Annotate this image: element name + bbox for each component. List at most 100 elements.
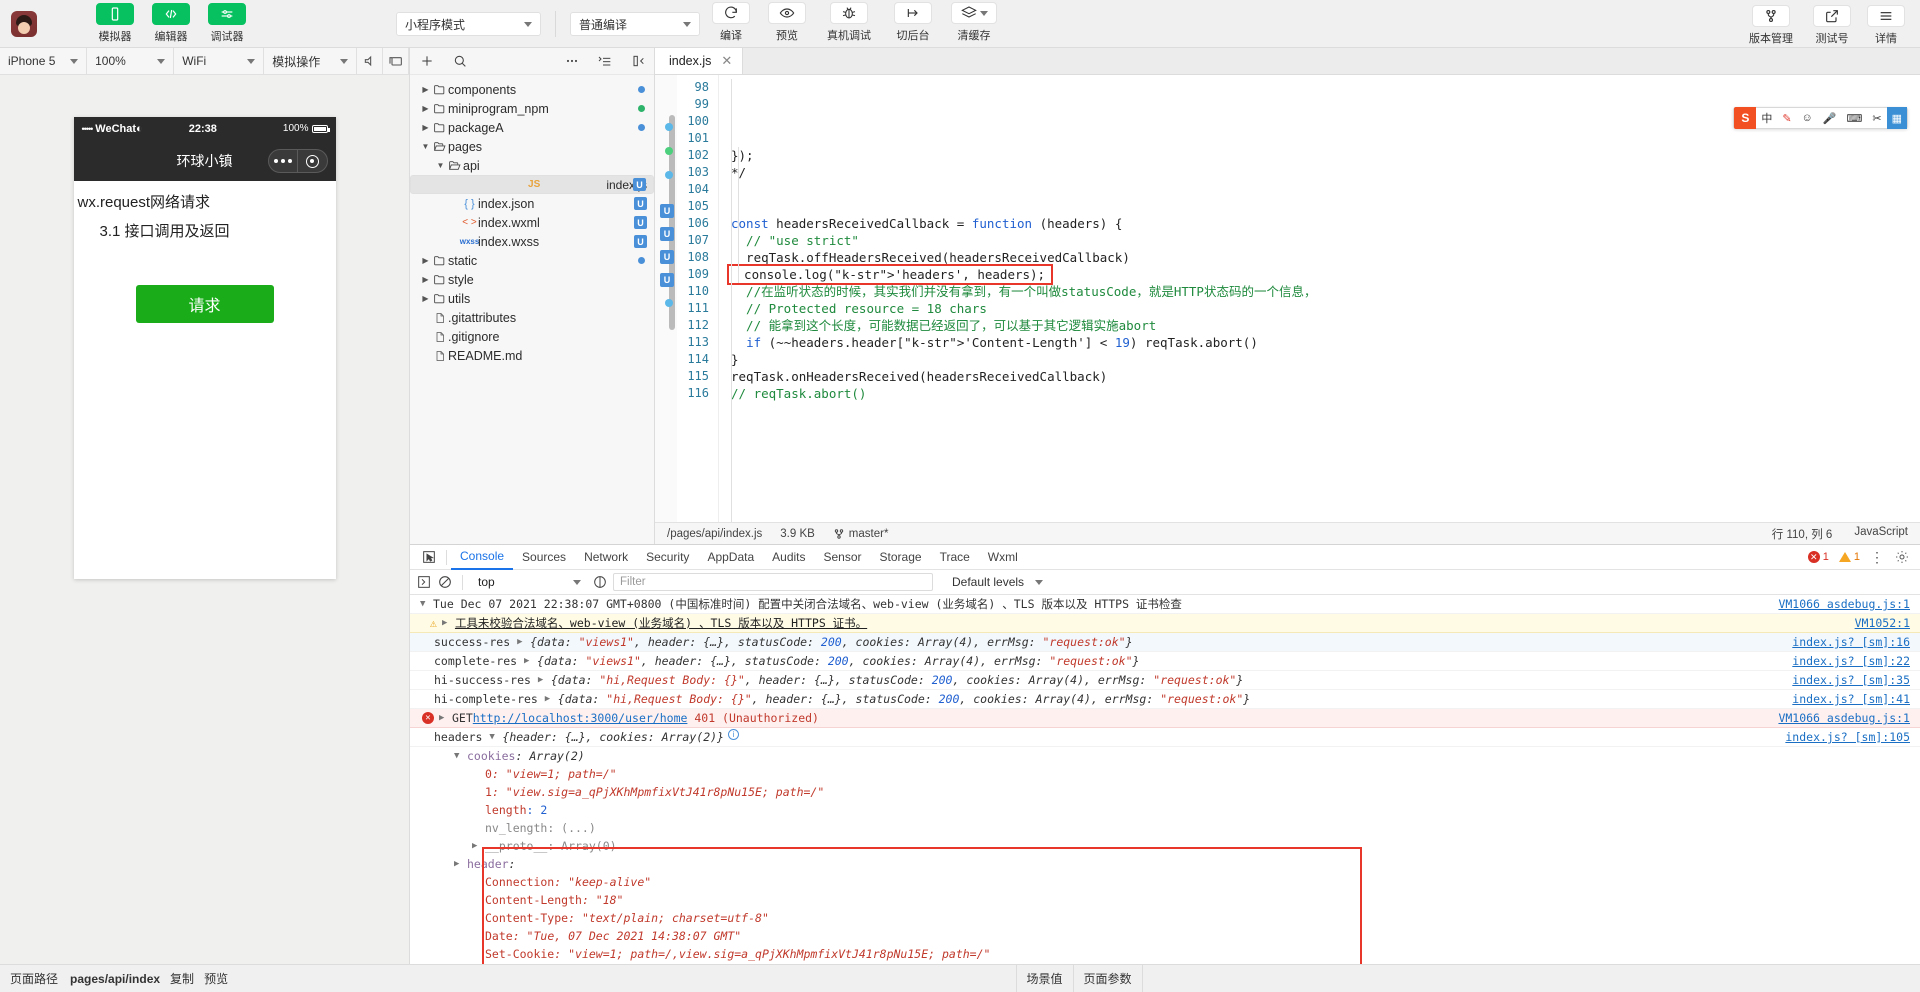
console-log-row[interactable]: success-res ▶ {data: "views1", header: {…… — [410, 633, 1920, 652]
code-line[interactable] — [731, 436, 1920, 453]
info-icon[interactable]: i — [727, 729, 739, 740]
tree-item[interactable]: < > index.wxml U — [410, 213, 654, 232]
devtools-tab-console[interactable]: Console — [451, 545, 514, 570]
devtools-tab-audits[interactable]: Audits — [763, 545, 814, 570]
ime-chinese-mode[interactable]: 中 — [1756, 107, 1777, 129]
simulator-button[interactable]: 模拟器 — [92, 3, 138, 44]
console-warning-row[interactable]: ⚠ ▶ 工具未校验合法域名、web-view (业务域名) 、TLS 版本以及 HT… — [410, 614, 1920, 633]
tree-item[interactable]: { } index.json U — [410, 194, 654, 213]
object-property-row[interactable]: nv_length: (...) — [410, 819, 1920, 837]
version-control-button[interactable]: 版本管理 — [1744, 5, 1798, 46]
devtools-more-icon[interactable]: ⋮ — [1870, 549, 1884, 566]
object-property-row[interactable]: ▼ cookies: Array(2) — [410, 747, 1920, 765]
devtools-tab-network[interactable]: Network — [575, 545, 637, 570]
background-button[interactable]: 切后台 — [888, 2, 938, 43]
ime-panel-icon[interactable]: ▦ — [1886, 107, 1907, 129]
object-property-row[interactable]: ▶ __proto__: Array(0) — [410, 837, 1920, 855]
clear-cache-button[interactable]: 清缓存 — [948, 2, 1000, 43]
more-options-icon[interactable] — [555, 48, 588, 75]
error-count-badge[interactable]: ✕ 1 — [1807, 551, 1829, 563]
object-property-row[interactable]: Content-Type: "text/plain; charset=utf-8… — [410, 909, 1920, 927]
inspect-element-icon[interactable] — [416, 549, 442, 565]
code-line[interactable]: // "use strict" — [731, 232, 1920, 249]
console-log-row[interactable]: complete-res ▶ {data: "views1", header: {… — [410, 652, 1920, 671]
console-source-link[interactable]: index.js? [sm]:105 — [1785, 729, 1910, 745]
git-branch[interactable]: master* — [833, 528, 888, 540]
details-button[interactable]: 详情 — [1866, 5, 1906, 46]
tree-item[interactable]: README.md — [410, 346, 654, 365]
expand-arrow-icon[interactable]: ▶ — [420, 275, 431, 284]
code-content[interactable]: });*/ const headersReceivedCallback = fu… — [719, 75, 1920, 522]
console-log-row[interactable]: hi-complete-res ▶ {data: "hi,Request Body… — [410, 690, 1920, 709]
mode-select[interactable]: 小程序模式 — [396, 12, 541, 36]
ime-emoji-icon[interactable]: ☺ — [1797, 107, 1818, 129]
code-line[interactable]: */ — [731, 164, 1920, 181]
tree-item[interactable]: ▶ components — [410, 80, 654, 99]
code-line[interactable]: //在监听状态的时候，其实我们并没有拿到，有一个叫做statusCode，就是H… — [731, 283, 1920, 300]
simulate-action-select[interactable]: 模拟操作 — [264, 47, 358, 75]
highlighted-code-line[interactable]: console.log("k-str">'headers', headers); — [726, 264, 1054, 285]
code-editor[interactable]: U U U U 98 99 100 101 102 103 104 105 106 107 108 1… — [655, 75, 1920, 522]
code-line[interactable] — [731, 198, 1920, 215]
page-params-tab[interactable]: 页面参数 — [1074, 965, 1142, 992]
log-levels-select[interactable]: Default levels — [952, 575, 1044, 589]
expand-arrow-icon[interactable]: ▼ — [435, 161, 446, 170]
tree-item[interactable]: ▶ utils — [410, 289, 654, 308]
clear-console-icon[interactable] — [437, 574, 453, 590]
compile-select[interactable]: 普通编译 — [570, 12, 700, 36]
expand-arrow-icon[interactable]: ▶ — [420, 104, 431, 113]
tree-item[interactable]: JS index.js U — [410, 175, 654, 194]
code-line[interactable]: const headersReceivedCallback = function… — [731, 215, 1920, 232]
devtools-tab-wxml[interactable]: Wxml — [979, 545, 1027, 570]
avatar[interactable] — [11, 10, 37, 37]
tree-item[interactable]: ▶ style — [410, 270, 654, 289]
ime-tools-icon[interactable]: ✂ — [1867, 107, 1886, 129]
code-line[interactable]: // 能拿到这个长度，可能数据已经返回了，可以基于其它逻辑实施abort — [731, 317, 1920, 334]
object-property-row[interactable]: 0: "view=1; path=/" — [410, 765, 1920, 783]
language-mode[interactable]: JavaScript — [1854, 526, 1908, 542]
console-group-row[interactable]: ▼ Tue Dec 07 2021 22:38:07 GMT+0800 (中国标准… — [410, 595, 1920, 614]
editor-button[interactable]: 编辑器 — [148, 3, 194, 44]
preview-path-link[interactable]: 预览 — [204, 970, 228, 987]
collapse-all-icon[interactable] — [588, 48, 621, 75]
screenshot-icon[interactable] — [383, 47, 409, 75]
tree-item[interactable]: .gitattributes — [410, 308, 654, 327]
toggle-panel-icon[interactable] — [621, 48, 654, 75]
network-select[interactable]: WiFi — [174, 47, 265, 75]
devtools-tab-storage[interactable]: Storage — [871, 545, 931, 570]
device-select[interactable]: iPhone 5 — [0, 47, 88, 75]
object-property-row[interactable]: Set-Cookie: "view=1; path=/,view.sig=a_q… — [410, 945, 1920, 963]
devtools-tab-sources[interactable]: Sources — [513, 545, 575, 570]
tree-item[interactable]: .gitignore — [410, 327, 654, 346]
object-property-row[interactable]: ▶ header: — [410, 855, 1920, 873]
expand-arrow-icon[interactable]: ▶ — [420, 123, 431, 132]
devtools-settings-icon[interactable] — [1894, 549, 1910, 565]
compile-button[interactable]: 编译 — [708, 2, 754, 43]
console-object-row[interactable]: headers ▼ {header: {…}, cookies: Array(2)… — [410, 728, 1920, 747]
devtools-tab-sensor[interactable]: Sensor — [815, 545, 871, 570]
expand-arrow-icon[interactable]: ▶ — [420, 294, 431, 303]
code-line[interactable]: // reqTask.abort() — [731, 385, 1920, 402]
test-account-button[interactable]: 测试号 — [1808, 5, 1856, 46]
ime-pinyin-icon[interactable]: ✎ — [1777, 107, 1796, 129]
request-button[interactable]: 请求 — [135, 285, 274, 323]
tree-item[interactable]: ▶ packageA — [410, 118, 654, 137]
close-icon[interactable]: ✕ — [721, 53, 732, 69]
tree-item[interactable]: wxss index.wxss U — [410, 232, 654, 251]
console-sidebar-icon[interactable] — [592, 574, 608, 590]
preview-button[interactable]: 预览 — [764, 2, 810, 43]
search-icon[interactable] — [443, 48, 476, 75]
ime-voice-icon[interactable]: 🎤 — [1818, 107, 1842, 129]
console-source-link[interactable]: VM1066 asdebug.js:1 — [1778, 596, 1910, 612]
object-property-row[interactable]: X-Response-Time: "12ms" — [410, 963, 1920, 964]
console-source-link[interactable]: index.js? [sm]:22 — [1792, 653, 1910, 669]
expand-arrow-icon[interactable]: ▼ — [420, 142, 431, 151]
ime-toolbar[interactable]: S 中 ✎ ☺ 🎤 ⌨ ✂ ▦ — [1733, 107, 1908, 129]
context-select[interactable]: top — [472, 573, 587, 591]
console-filter-toggle-icon[interactable] — [416, 574, 432, 590]
devtools-tab-appdata[interactable]: AppData — [698, 545, 763, 570]
code-line[interactable] — [731, 181, 1920, 198]
code-line[interactable] — [731, 402, 1920, 419]
console-source-link[interactable]: VM1052:1 — [1855, 615, 1910, 631]
add-file-icon[interactable] — [410, 48, 443, 75]
